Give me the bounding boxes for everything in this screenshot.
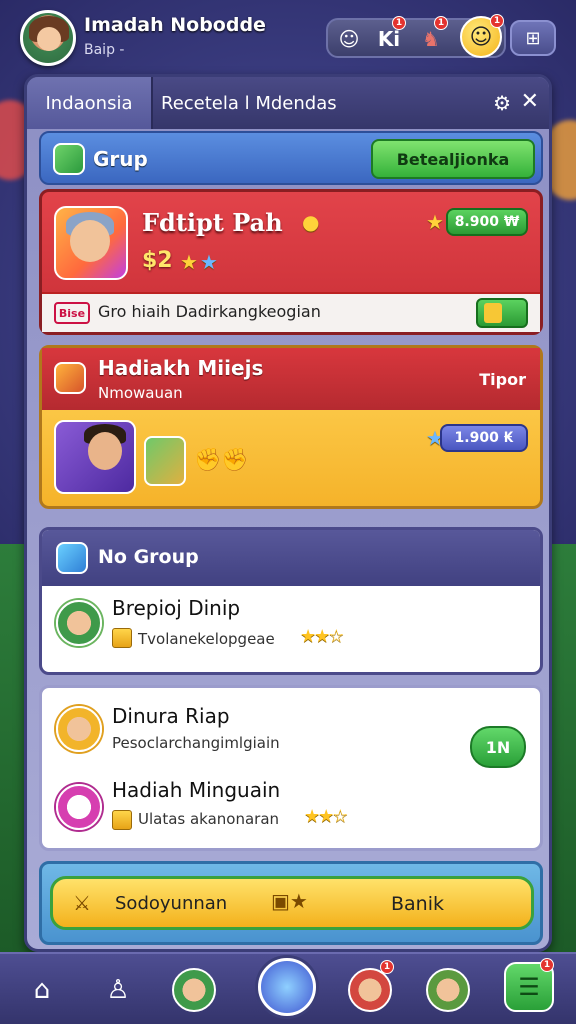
star-icon: ★ — [180, 250, 198, 274]
list-item-title: Dinura Riap — [112, 704, 230, 728]
footer-text: Gro hiaih Dadirkangkeogian — [98, 302, 321, 321]
bottom-nav: ⌂ ♙ 1 ☰ 1 — [0, 952, 576, 1024]
notification-badge: 1 — [380, 960, 394, 974]
center-hero-icon[interactable] — [258, 958, 316, 1016]
no-group-header: No Group — [42, 530, 540, 586]
avatar — [56, 784, 102, 830]
notification-badge: 1 — [490, 14, 504, 28]
event-type: Tipor — [479, 370, 526, 389]
top-bar: Imadah Nobodde Baip - ☺ Ki ♞ 1 1 ☺ 1 ⊞ — [0, 0, 576, 74]
star-icon: ★ — [200, 250, 218, 274]
avatar — [56, 706, 102, 752]
grid-menu-button[interactable]: ⊞ — [510, 20, 556, 56]
footer-tag: Bise — [54, 302, 90, 324]
friend-icon[interactable]: ☺ — [332, 22, 366, 56]
sword-icon: ⚔ — [73, 891, 91, 915]
close-icon[interactable]: ✕ — [521, 89, 539, 114]
main-panel: Indaonsia Recetela l Mdendas ⚙ ✕ Grup Be… — [24, 74, 552, 952]
event-subtitle: Nmowauan — [98, 384, 183, 402]
group-action-button[interactable]: Betealjionka — [371, 139, 535, 179]
reward-value-pill[interactable]: 8.900 ₩ — [446, 208, 528, 236]
elf-avatar-icon[interactable] — [420, 962, 476, 1018]
reward-card-gold[interactable]: Hadiakh Miiejs Nmowauan Tipor ✊✊ ★ 1.900… — [39, 345, 543, 509]
panel-header: Indaonsia Recetela l Mdendas ⚙ ✕ — [27, 77, 549, 129]
hero-portrait — [54, 420, 136, 494]
tab-label: Indaonsia — [45, 92, 133, 114]
event-value-pill[interactable]: 1.900 ₭ — [440, 424, 528, 452]
tab-indonesia[interactable]: Indaonsia — [27, 77, 153, 129]
ki-label: Ki — [377, 27, 401, 51]
reward-title: Fdtipt Pah — [142, 208, 283, 237]
gift-icon — [484, 303, 502, 323]
coin-icon: ● — [302, 210, 320, 234]
action-right-label: Banik — [391, 893, 445, 915]
profile-icon[interactable]: ♙ — [90, 962, 146, 1018]
stars-icon: ★★☆ — [304, 806, 348, 827]
event-title: Hadiakh Miiejs — [98, 356, 264, 380]
friend-avatar-icon[interactable] — [166, 962, 222, 1018]
list-item-subtitle: Pesoclarchangimlgiain — [112, 734, 280, 752]
reward-card-red[interactable]: Fdtipt Pah ● $2 ★ ★ ★ 8.900 ₩ Bise Gro h… — [39, 189, 543, 335]
grid-icon: ⊞ — [525, 27, 541, 49]
list-action-button[interactable]: 1N — [470, 726, 526, 768]
tab-label: Recetela l Mdendas — [161, 92, 337, 114]
reward-list: Dinura Riap Pesoclarchangimlgiain 1N Had… — [39, 685, 543, 851]
star-icon: ★ — [426, 210, 444, 234]
action-bar: ⚔ Sodoyunnan ▣★ Banik — [39, 861, 543, 945]
notification-badge: 1 — [540, 958, 554, 972]
gold-card-header: Hadiakh Miiejs Nmowauan Tipor — [42, 348, 540, 410]
gift-icon — [112, 628, 132, 648]
group-header: Grup Betealjionka — [39, 131, 543, 185]
settings-icon[interactable]: ⚙ — [493, 91, 511, 115]
group-label: Grup — [93, 147, 148, 171]
bag-star-icon: ▣★ — [271, 889, 308, 913]
no-group-label: No Group — [98, 546, 199, 568]
action-left-label: Sodoyunnan — [115, 893, 228, 914]
no-group-section: No Group Brepioj Dinip Tvolanekelopgeae … — [39, 527, 543, 675]
stars-icon: ★★☆ — [300, 626, 344, 647]
notification-badge: 1 — [434, 16, 448, 30]
reward-card-footer: Bise Gro hiaih Dadirkangkeogian — [42, 292, 540, 332]
puzzle-icon — [56, 542, 88, 574]
pet-portrait — [144, 436, 186, 486]
event-icon — [54, 362, 86, 394]
reward-price: $2 — [142, 248, 173, 273]
hero-portrait — [54, 206, 128, 280]
list-item-subtitle: Tvolanekelopgeae — [138, 630, 275, 648]
claim-button[interactable] — [476, 298, 528, 328]
player-name: Imadah Nobodde — [84, 14, 266, 36]
player-status: Baip - — [84, 42, 125, 58]
list-item-title: Brepioj Dinip — [112, 596, 241, 620]
home-icon[interactable]: ⌂ — [14, 962, 70, 1018]
paw-icon: ✊✊ — [194, 448, 249, 473]
gift-icon — [112, 810, 132, 830]
action-button[interactable]: ⚔ Sodoyunnan ▣★ Banik — [50, 876, 534, 930]
notification-badge: 1 — [392, 16, 406, 30]
tab-recent[interactable]: Recetela l Mdendas — [161, 77, 337, 129]
list-item-subtitle: Ulatas akanonaran — [138, 810, 280, 828]
player-avatar[interactable] — [20, 10, 76, 66]
group-icon — [53, 143, 85, 175]
avatar — [56, 600, 102, 646]
list-item-title: Hadiah Minguain — [112, 778, 281, 802]
